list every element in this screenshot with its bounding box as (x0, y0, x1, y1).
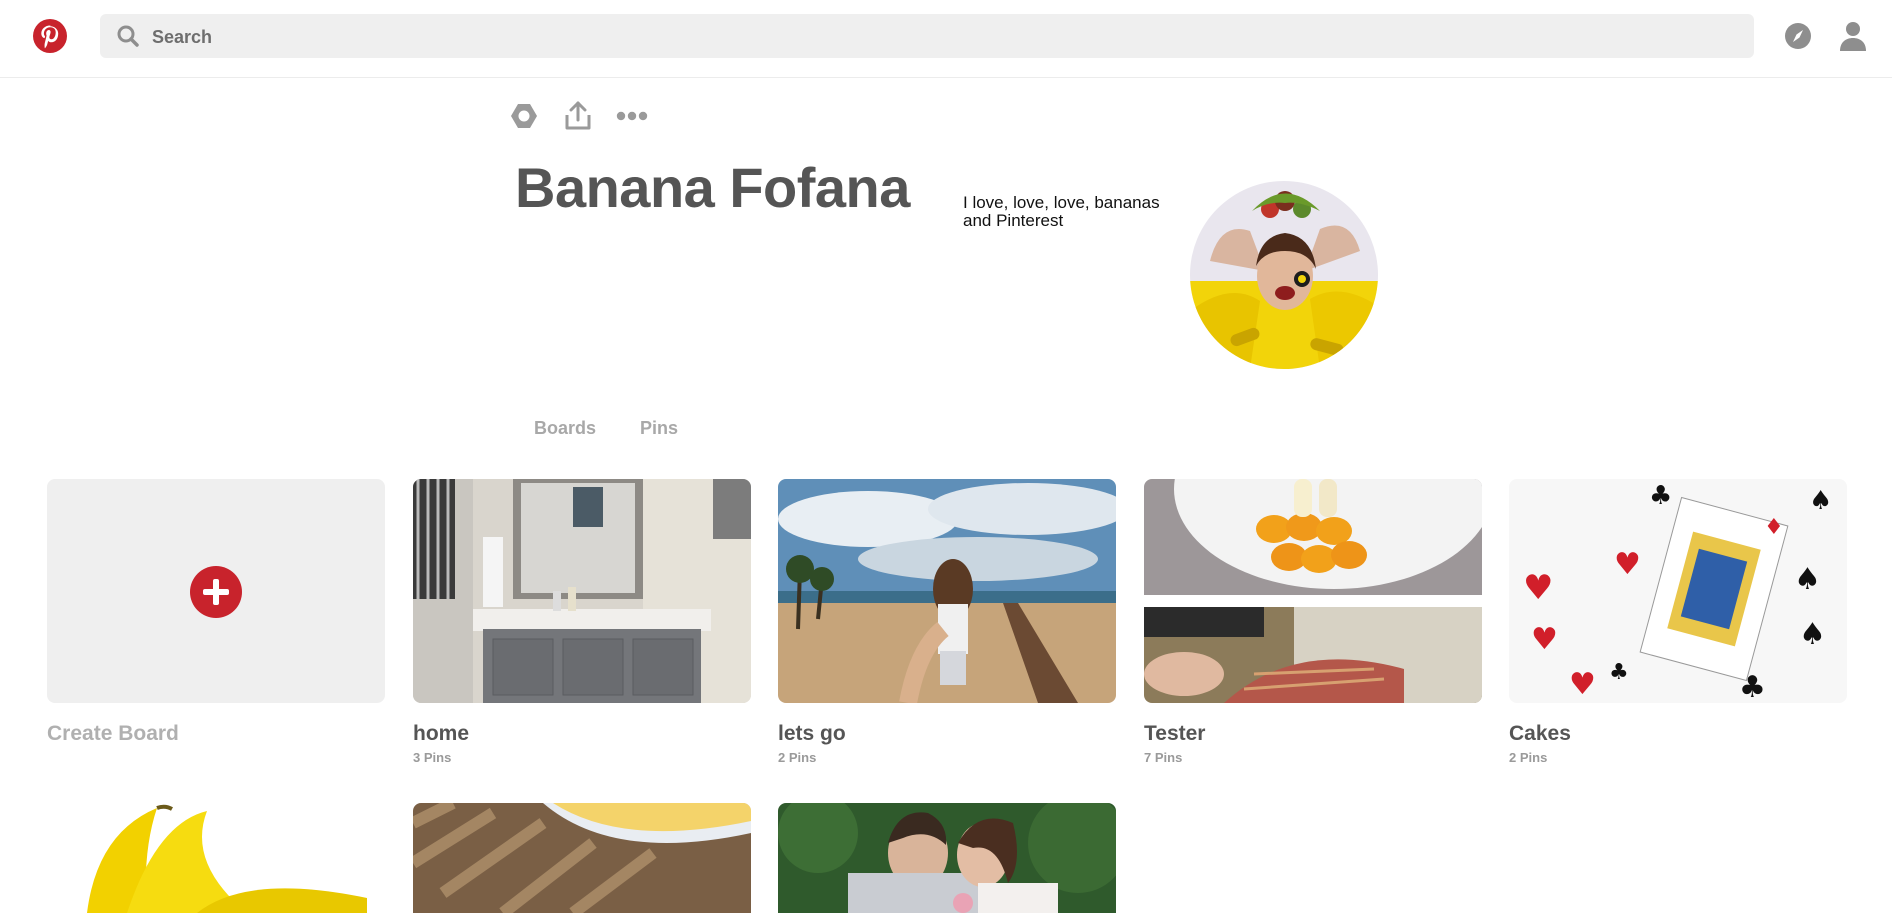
board-cover-wedding[interactable] (778, 803, 1116, 913)
board-pin-count: 3 Pins (413, 750, 452, 765)
tab-pins[interactable]: Pins (640, 418, 678, 439)
board-pin-count: 2 Pins (778, 750, 817, 765)
avatar-photo (1190, 181, 1378, 369)
search-input[interactable] (150, 14, 1744, 60)
board-cover-tester[interactable] (1144, 479, 1482, 703)
compass-icon[interactable] (1784, 22, 1812, 50)
pinterest-p-icon (41, 25, 59, 49)
share-button[interactable] (562, 100, 594, 132)
user-icon[interactable] (1838, 20, 1868, 52)
board-cover-cakes[interactable]: ♥ ♥ ♥ ♥ ♣ ♠ ♠ ♣ ♠ ♦ ♣ (1509, 479, 1847, 703)
create-board-thumbnail[interactable] (47, 479, 385, 703)
profile-bio: I love, love, love, bananas and Pinteres… (963, 193, 1160, 230)
banana-photo (47, 803, 385, 913)
board-pin-count: 2 Pins (1509, 750, 1548, 765)
settings-button[interactable] (508, 100, 540, 132)
playing-cards-photo: ♥ ♥ ♥ ♥ ♣ ♠ ♠ ♣ ♠ ♦ ♣ (1509, 479, 1847, 703)
board-cover-bananas[interactable] (47, 803, 385, 913)
food-photo (413, 803, 751, 913)
svg-text:♥: ♥ (1523, 568, 1553, 608)
profile-name: Banana Fofana (515, 156, 910, 219)
collage-photo (1144, 479, 1482, 703)
svg-text:♠: ♠ (1799, 617, 1826, 652)
svg-text:♦: ♦ (1764, 515, 1784, 540)
top-bar (0, 0, 1892, 78)
svg-text:♠: ♠ (1794, 562, 1821, 597)
svg-text:♥: ♥ (1614, 547, 1641, 582)
board-pin-count: 7 Pins (1144, 750, 1183, 765)
svg-text:♣: ♣ (1649, 481, 1672, 511)
hexagon-settings-icon (511, 104, 537, 128)
board-title: Tester (1144, 722, 1206, 745)
plus-icon (203, 579, 229, 605)
bathroom-photo (413, 479, 751, 703)
svg-text:♠: ♠ (1809, 486, 1832, 516)
board-title: home (413, 722, 470, 745)
svg-text:♣: ♣ (1609, 660, 1629, 685)
wedding-photo (778, 803, 1116, 913)
search-icon (117, 25, 139, 47)
board-cover-home[interactable] (413, 479, 751, 703)
tab-boards[interactable]: Boards (534, 418, 596, 439)
svg-text:♥: ♥ (1569, 667, 1596, 702)
ellipsis-icon (616, 111, 648, 121)
more-options-button[interactable] (616, 100, 648, 132)
add-board-button[interactable] (190, 566, 242, 618)
share-icon (565, 101, 591, 130)
board-title: Cakes (1509, 722, 1571, 745)
pinterest-logo[interactable] (33, 19, 67, 53)
create-board-label[interactable]: Create Board (47, 722, 179, 746)
avatar (1190, 181, 1378, 369)
beach-photo (778, 479, 1116, 703)
svg-text:♥: ♥ (1531, 622, 1558, 657)
svg-text:♣: ♣ (1739, 670, 1766, 703)
board-cover-food[interactable] (413, 803, 751, 913)
board-cover-lets-go[interactable] (778, 479, 1116, 703)
board-title: lets go (778, 722, 846, 745)
